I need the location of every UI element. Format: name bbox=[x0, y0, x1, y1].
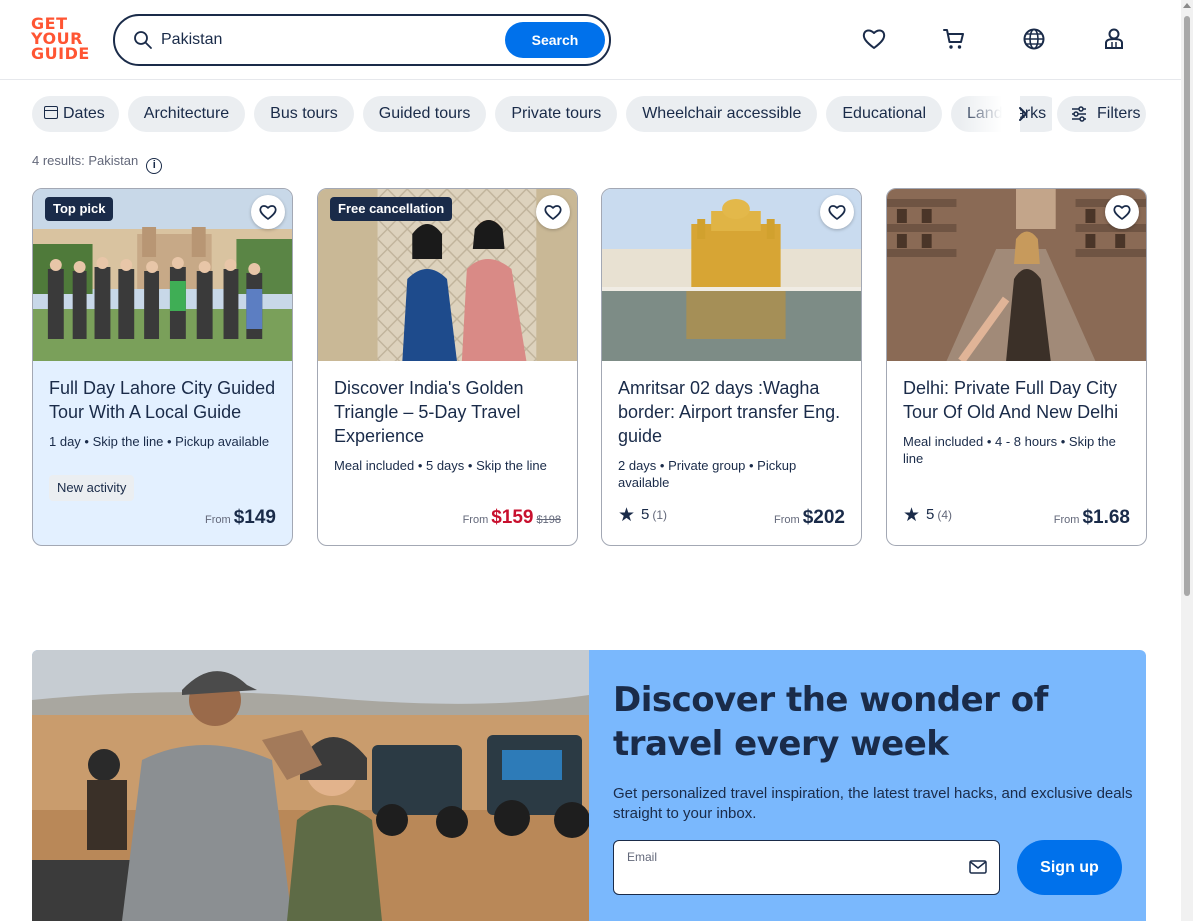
new-activity-tag: New activity bbox=[49, 475, 135, 501]
email-input[interactable] bbox=[626, 867, 946, 889]
filters-button[interactable]: Filters bbox=[1057, 96, 1146, 132]
results-count: 4 results: Pakistan bbox=[32, 153, 139, 168]
newsletter-photo-desert-buggies bbox=[32, 650, 589, 921]
star-icon: ★ bbox=[903, 505, 921, 526]
chip-guided-tours[interactable]: Guided tours bbox=[362, 96, 487, 132]
star-icon: ★ bbox=[618, 505, 636, 526]
heart-icon bbox=[828, 205, 846, 220]
activity-title[interactable]: Delhi: Private Full Day City Tour Of Old… bbox=[903, 376, 1133, 424]
free-cancellation-badge: Free cancellation bbox=[330, 197, 453, 221]
activity-title[interactable]: Amritsar 02 days :Wagha border: Airport … bbox=[618, 376, 848, 448]
chip-label: Dates bbox=[63, 105, 105, 122]
rating-value: 5 bbox=[641, 506, 650, 523]
chip-architecture[interactable]: Architecture bbox=[127, 96, 246, 132]
activity-card[interactable]: Amritsar 02 days :Wagha border: Airport … bbox=[601, 188, 862, 546]
search-icon bbox=[134, 31, 152, 49]
scroll-up-arrow-icon[interactable] bbox=[1183, 3, 1191, 8]
heart-icon bbox=[1113, 205, 1131, 220]
activity-rating: ★ 5 (4) bbox=[903, 504, 952, 527]
wishlist-button[interactable] bbox=[1105, 195, 1139, 229]
scrollbar-thumb[interactable] bbox=[1184, 16, 1190, 596]
chip-row-fade bbox=[960, 96, 1020, 132]
email-field[interactable]: Email bbox=[613, 840, 1000, 895]
wishlist-button[interactable] bbox=[536, 195, 570, 229]
newsletter-description: Get personalized travel inspiration, the… bbox=[613, 785, 1133, 822]
price-prefix: From bbox=[1053, 514, 1080, 526]
search-bar: Search bbox=[113, 14, 611, 66]
activity-price: From $149 bbox=[205, 507, 276, 529]
heart-icon[interactable] bbox=[861, 26, 887, 52]
review-count: (1) bbox=[652, 508, 668, 522]
activity-title[interactable]: Discover India's Golden Triangle – 5-Day… bbox=[334, 376, 564, 448]
heart-icon bbox=[544, 205, 562, 220]
sliders-icon bbox=[1072, 106, 1086, 122]
filters-label: Filters bbox=[1097, 105, 1141, 122]
activity-price: From $202 bbox=[774, 507, 845, 529]
activity-meta: 1 day • Skip the line • Pickup available bbox=[49, 434, 270, 449]
chip-educational[interactable]: Educational bbox=[826, 96, 942, 132]
review-count: (4) bbox=[937, 508, 953, 522]
info-icon[interactable]: i bbox=[146, 158, 163, 174]
sale-price: $159 bbox=[491, 507, 534, 528]
getyourguide-logo[interactable]: GET YOUR GUIDE bbox=[31, 16, 91, 64]
original-price: $198 bbox=[536, 514, 561, 526]
activity-meta: 2 days • Private group • Pickup availabl… bbox=[618, 458, 797, 490]
activity-price: From $1.68 bbox=[1054, 507, 1130, 529]
calendar-icon bbox=[44, 106, 58, 119]
activity-card[interactable]: Delhi: Private Full Day City Tour Of Old… bbox=[886, 188, 1147, 546]
chip-bus-tours[interactable]: Bus tours bbox=[254, 96, 354, 132]
newsletter-banner: Discover the wonder of travel every week… bbox=[32, 650, 1146, 921]
activity-card[interactable]: Top pick Full Day Lahore City Guided Tou… bbox=[32, 188, 293, 546]
profile-icon[interactable] bbox=[1101, 26, 1127, 52]
price-prefix: From bbox=[462, 514, 489, 526]
search-input[interactable] bbox=[161, 26, 501, 54]
site-header: GET YOUR GUIDE Search bbox=[0, 0, 1181, 80]
rating-value: 5 bbox=[926, 506, 935, 523]
price-value: $1.68 bbox=[1082, 507, 1130, 528]
wishlist-button[interactable] bbox=[820, 195, 854, 229]
activity-rating: ★ 5 (1) bbox=[618, 504, 667, 527]
activity-card[interactable]: Free cancellation Discover India's Golde… bbox=[317, 188, 578, 546]
wishlist-button[interactable] bbox=[251, 195, 285, 229]
newsletter-heading: Discover the wonder of travel every week bbox=[613, 680, 1048, 764]
activity-price: From $159 $198 bbox=[463, 507, 561, 529]
cart-icon[interactable] bbox=[941, 26, 967, 52]
filter-chip-row: Dates Architecture Bus tours Guided tours Pr… bbox=[32, 96, 1052, 132]
activity-meta: Meal included • 4 - 8 hours • Skip the l… bbox=[903, 434, 1116, 466]
price-prefix: From bbox=[774, 514, 800, 526]
page-scrollbar[interactable] bbox=[1181, 0, 1193, 921]
mail-icon bbox=[969, 860, 987, 874]
top-pick-badge: Top pick bbox=[45, 197, 114, 221]
email-label: Email bbox=[627, 850, 658, 864]
logo-line: GUIDE bbox=[31, 44, 90, 63]
results-summary: 4 results: Pakistan i bbox=[32, 153, 163, 174]
activity-title[interactable]: Full Day Lahore City Guided Tour With A … bbox=[49, 376, 279, 424]
chip-private-tours[interactable]: Private tours bbox=[495, 96, 618, 132]
price-value: $202 bbox=[802, 507, 845, 528]
sign-up-button[interactable]: Sign up bbox=[1017, 840, 1122, 895]
price-value: $149 bbox=[233, 507, 276, 528]
activity-meta: Meal included • 5 days • Skip the line bbox=[334, 458, 547, 473]
heart-icon bbox=[259, 205, 277, 220]
globe-icon[interactable] bbox=[1021, 26, 1047, 52]
search-button[interactable]: Search bbox=[505, 22, 605, 58]
chip-wheelchair-accessible[interactable]: Wheelchair accessible bbox=[626, 96, 818, 132]
chevron-right-icon[interactable] bbox=[1012, 103, 1034, 125]
price-prefix: From bbox=[205, 514, 231, 526]
dates-chip[interactable]: Dates bbox=[32, 96, 119, 132]
